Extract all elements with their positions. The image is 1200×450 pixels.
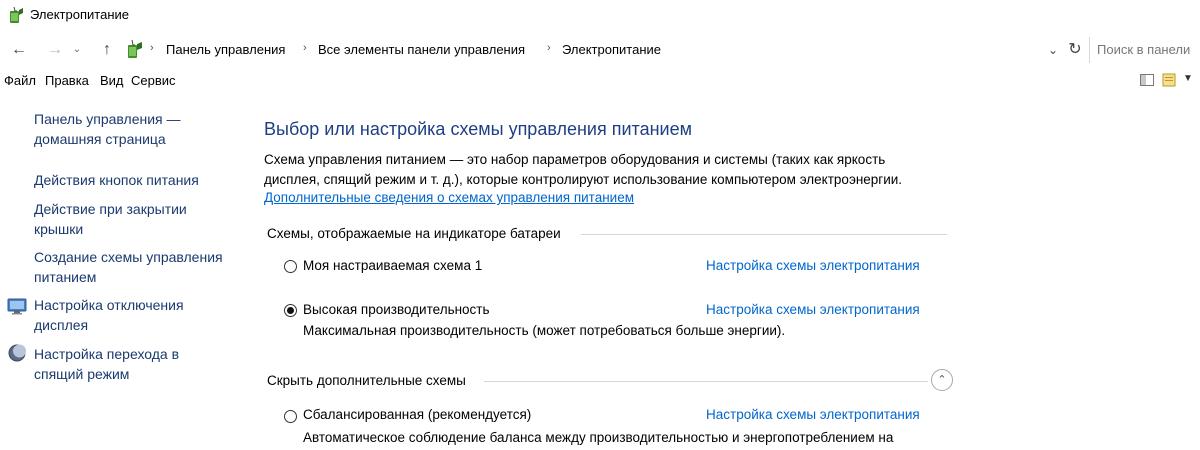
plan-radio-high-performance[interactable] [284, 304, 297, 317]
sidebar-item-label: Настройка отключения [34, 297, 184, 313]
plan-radio-balanced[interactable] [284, 410, 297, 423]
sidebar-item-lid-close[interactable]: Действие при закрытии крышки [34, 199, 187, 239]
sidebar-item-create-plan[interactable]: Создание схемы управления питанием [34, 247, 223, 287]
more-info-link[interactable]: Дополнительные сведения о схемах управле… [264, 190, 634, 205]
plan-name-custom[interactable]: Моя настраиваемая схема 1 [303, 258, 482, 273]
up-button[interactable]: ↑ [96, 38, 118, 62]
plan-settings-link-high-performance[interactable]: Настройка схемы электропитания [706, 302, 920, 317]
group-divider [581, 234, 947, 235]
chevron-down-icon[interactable]: ▼ [1183, 73, 1193, 84]
page-title: Выбор или настройка схемы управления пит… [264, 119, 692, 139]
breadcrumb-separator: › [547, 42, 551, 54]
search-placeholder: Поиск в панели [1097, 42, 1191, 57]
breadcrumb-control-panel[interactable]: Панель управления [166, 42, 285, 57]
plan-settings-link-custom[interactable]: Настройка схемы электропитания [706, 258, 920, 273]
plan-name-high-performance[interactable]: Высокая производительность [303, 302, 490, 317]
menu-tools[interactable]: Сервис [131, 73, 176, 88]
sidebar-item-label: Настройка перехода в [34, 346, 180, 362]
description-line: Схема управления питанием — это набор па… [264, 152, 886, 167]
sidebar-item-home[interactable]: Панель управления — домашняя страница [34, 109, 181, 149]
collapse-button[interactable]: ⌃ [931, 369, 953, 391]
breadcrumb-separator: › [150, 42, 154, 54]
menu-edit[interactable]: Правка [45, 73, 89, 88]
chevron-up-icon: ⌃ [937, 374, 947, 386]
sidebar-item-label: спящий режим [34, 366, 130, 382]
forward-button[interactable]: → [44, 38, 66, 62]
recent-locations-button[interactable]: ⌄ [70, 38, 84, 62]
plan-name-balanced[interactable]: Сбалансированная (рекомендуется) [303, 407, 531, 422]
plan-description-high-performance: Максимальная производительность (может п… [303, 323, 786, 338]
description-line: дисплея, спящий режим и т. д.), которые … [264, 172, 903, 187]
plan-description-balanced: Автоматическое соблюдение баланса между … [303, 430, 894, 445]
sidebar-item-label: домашняя страница [34, 131, 166, 147]
breadcrumb-power-options[interactable]: Электропитание [562, 42, 661, 57]
sidebar-item-label: Действия кнопок питания [34, 172, 199, 188]
sidebar-item-label: дисплея [34, 317, 89, 333]
group-label-hidden-plans: Скрыть дополнительные схемы [267, 373, 466, 388]
breadcrumb-all-items[interactable]: Все элементы панели управления [318, 42, 525, 57]
menu-view[interactable]: Вид [100, 73, 124, 88]
refresh-button[interactable]: ↻ [1064, 39, 1086, 61]
sleep-moon-icon [8, 344, 26, 362]
plan-radio-custom[interactable] [284, 260, 297, 273]
sidebar-item-label: Создание схемы управления [34, 249, 223, 265]
back-button[interactable]: ← [8, 38, 30, 62]
group-divider [484, 381, 928, 382]
breadcrumb-separator: › [303, 42, 307, 54]
sidebar-item-label: крышки [34, 221, 84, 237]
title-bar [0, 0, 1200, 32]
page-description: Схема управления питанием — это набор па… [264, 150, 902, 190]
power-options-icon [10, 7, 23, 23]
window-title: Электропитание [30, 7, 129, 22]
group-label-battery-plans: Схемы, отображаемые на индикаторе батаре… [267, 226, 561, 241]
sidebar-item-label: питанием [34, 269, 97, 285]
sidebar-item-power-buttons[interactable]: Действия кнопок питания [34, 170, 199, 190]
address-dropdown-button[interactable]: ⌄ [1044, 40, 1062, 60]
sidebar-item-display-off[interactable]: Настройка отключения дисплея [34, 295, 184, 335]
preview-pane-icon[interactable] [1162, 73, 1176, 87]
display-icon [7, 298, 27, 315]
power-options-icon [128, 40, 142, 58]
menu-file[interactable]: Файл [4, 73, 36, 88]
details-pane-icon[interactable] [1140, 74, 1154, 86]
sidebar-item-label: Панель управления — [34, 111, 181, 127]
sidebar-item-label: Действие при закрытии [34, 201, 187, 217]
sidebar-item-sleep[interactable]: Настройка перехода в спящий режим [34, 344, 179, 384]
plan-settings-link-balanced[interactable]: Настройка схемы электропитания [706, 407, 920, 422]
